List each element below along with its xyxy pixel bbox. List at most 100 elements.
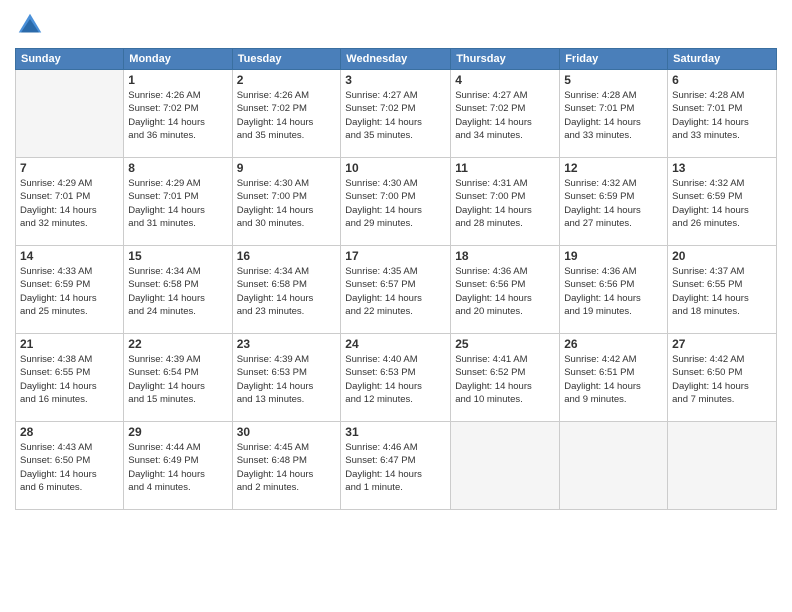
calendar-table: SundayMondayTuesdayWednesdayThursdayFrid… (15, 48, 777, 510)
calendar-cell: 1 Sunrise: 4:26 AM Sunset: 7:02 PM Daylig… (124, 70, 232, 158)
calendar-cell: 11 Sunrise: 4:31 AM Sunset: 7:00 PM Dayli… (451, 158, 560, 246)
day-number: 2 (237, 73, 337, 87)
day-number: 27 (672, 337, 772, 351)
calendar-week-row: 7 Sunrise: 4:29 AM Sunset: 7:01 PM Daylig… (16, 158, 777, 246)
day-info: Sunrise: 4:32 AM Sunset: 6:59 PM Dayligh… (564, 177, 663, 230)
day-info: Sunrise: 4:36 AM Sunset: 6:56 PM Dayligh… (455, 265, 555, 318)
calendar-cell: 9 Sunrise: 4:30 AM Sunset: 7:00 PM Daylig… (232, 158, 341, 246)
calendar-cell: 7 Sunrise: 4:29 AM Sunset: 7:01 PM Daylig… (16, 158, 124, 246)
day-number: 18 (455, 249, 555, 263)
day-number: 3 (345, 73, 446, 87)
day-info: Sunrise: 4:31 AM Sunset: 7:00 PM Dayligh… (455, 177, 555, 230)
calendar-cell: 29 Sunrise: 4:44 AM Sunset: 6:49 PM Dayli… (124, 422, 232, 510)
calendar-cell (668, 422, 777, 510)
day-number: 15 (128, 249, 227, 263)
day-number: 1 (128, 73, 227, 87)
calendar-cell: 10 Sunrise: 4:30 AM Sunset: 7:00 PM Dayli… (341, 158, 451, 246)
day-info: Sunrise: 4:36 AM Sunset: 6:56 PM Dayligh… (564, 265, 663, 318)
day-number: 21 (20, 337, 119, 351)
day-info: Sunrise: 4:42 AM Sunset: 6:51 PM Dayligh… (564, 353, 663, 406)
day-info: Sunrise: 4:46 AM Sunset: 6:47 PM Dayligh… (345, 441, 446, 494)
day-number: 4 (455, 73, 555, 87)
day-info: Sunrise: 4:30 AM Sunset: 7:00 PM Dayligh… (237, 177, 337, 230)
page-container: SundayMondayTuesdayWednesdayThursdayFrid… (0, 0, 792, 612)
calendar-cell: 23 Sunrise: 4:39 AM Sunset: 6:53 PM Dayli… (232, 334, 341, 422)
calendar-cell: 31Sunrise: 4:46 AM Sunset: 6:47 PM Dayli… (341, 422, 451, 510)
logo (15, 10, 47, 40)
day-info: Sunrise: 4:30 AM Sunset: 7:00 PM Dayligh… (345, 177, 446, 230)
weekday-header: Sunday (16, 49, 124, 70)
day-info: Sunrise: 4:32 AM Sunset: 6:59 PM Dayligh… (672, 177, 772, 230)
calendar-cell: 18 Sunrise: 4:36 AM Sunset: 6:56 PM Dayli… (451, 246, 560, 334)
day-number: 20 (672, 249, 772, 263)
weekday-header: Friday (560, 49, 668, 70)
calendar-cell: 19 Sunrise: 4:36 AM Sunset: 6:56 PM Dayli… (560, 246, 668, 334)
day-number: 23 (237, 337, 337, 351)
day-info: Sunrise: 4:29 AM Sunset: 7:01 PM Dayligh… (128, 177, 227, 230)
calendar-cell: 22Sunrise: 4:39 AM Sunset: 6:54 PM Dayli… (124, 334, 232, 422)
day-number: 7 (20, 161, 119, 175)
day-info: Sunrise: 4:28 AM Sunset: 7:01 PM Dayligh… (564, 89, 663, 142)
calendar-cell: 4 Sunrise: 4:27 AM Sunset: 7:02 PM Daylig… (451, 70, 560, 158)
day-info: Sunrise: 4:27 AM Sunset: 7:02 PM Dayligh… (455, 89, 555, 142)
calendar-cell (451, 422, 560, 510)
day-info: Sunrise: 4:26 AM Sunset: 7:02 PM Dayligh… (128, 89, 227, 142)
day-info: Sunrise: 4:28 AM Sunset: 7:01 PM Dayligh… (672, 89, 772, 142)
calendar-cell: 30Sunrise: 4:45 AM Sunset: 6:48 PM Dayli… (232, 422, 341, 510)
day-info: Sunrise: 4:39 AM Sunset: 6:54 PM Dayligh… (128, 353, 227, 406)
calendar-cell: 25 Sunrise: 4:41 AM Sunset: 6:52 PM Dayli… (451, 334, 560, 422)
day-number: 11 (455, 161, 555, 175)
day-number: 10 (345, 161, 446, 175)
day-info: Sunrise: 4:43 AM Sunset: 6:50 PM Dayligh… (20, 441, 119, 494)
day-info: Sunrise: 4:33 AM Sunset: 6:59 PM Dayligh… (20, 265, 119, 318)
header (15, 10, 777, 40)
calendar-week-row: 14 Sunrise: 4:33 AM Sunset: 6:59 PM Dayli… (16, 246, 777, 334)
day-number: 28 (20, 425, 119, 439)
day-info: Sunrise: 4:34 AM Sunset: 6:58 PM Dayligh… (128, 265, 227, 318)
day-info: Sunrise: 4:34 AM Sunset: 6:58 PM Dayligh… (237, 265, 337, 318)
day-number: 26 (564, 337, 663, 351)
calendar-cell: 26 Sunrise: 4:42 AM Sunset: 6:51 PM Dayli… (560, 334, 668, 422)
day-info: Sunrise: 4:38 AM Sunset: 6:55 PM Dayligh… (20, 353, 119, 406)
day-number: 30 (237, 425, 337, 439)
day-number: 25 (455, 337, 555, 351)
calendar-week-row: 1 Sunrise: 4:26 AM Sunset: 7:02 PM Daylig… (16, 70, 777, 158)
day-number: 16 (237, 249, 337, 263)
day-info: Sunrise: 4:41 AM Sunset: 6:52 PM Dayligh… (455, 353, 555, 406)
calendar-cell: 20Sunrise: 4:37 AM Sunset: 6:55 PM Dayli… (668, 246, 777, 334)
day-number: 14 (20, 249, 119, 263)
day-info: Sunrise: 4:39 AM Sunset: 6:53 PM Dayligh… (237, 353, 337, 406)
calendar-cell: 6 Sunrise: 4:28 AM Sunset: 7:01 PM Daylig… (668, 70, 777, 158)
day-number: 12 (564, 161, 663, 175)
day-number: 13 (672, 161, 772, 175)
day-number: 5 (564, 73, 663, 87)
day-number: 24 (345, 337, 446, 351)
calendar-cell: 8 Sunrise: 4:29 AM Sunset: 7:01 PM Daylig… (124, 158, 232, 246)
weekday-header: Tuesday (232, 49, 341, 70)
day-number: 19 (564, 249, 663, 263)
weekday-header: Wednesday (341, 49, 451, 70)
calendar-cell: 2 Sunrise: 4:26 AM Sunset: 7:02 PM Daylig… (232, 70, 341, 158)
day-info: Sunrise: 4:26 AM Sunset: 7:02 PM Dayligh… (237, 89, 337, 142)
weekday-header: Saturday (668, 49, 777, 70)
calendar-cell: 14 Sunrise: 4:33 AM Sunset: 6:59 PM Dayli… (16, 246, 124, 334)
calendar-cell: 27 Sunrise: 4:42 AM Sunset: 6:50 PM Dayli… (668, 334, 777, 422)
calendar-cell: 5 Sunrise: 4:28 AM Sunset: 7:01 PM Daylig… (560, 70, 668, 158)
day-info: Sunrise: 4:40 AM Sunset: 6:53 PM Dayligh… (345, 353, 446, 406)
day-number: 8 (128, 161, 227, 175)
day-number: 29 (128, 425, 227, 439)
day-info: Sunrise: 4:35 AM Sunset: 6:57 PM Dayligh… (345, 265, 446, 318)
calendar-cell: 28 Sunrise: 4:43 AM Sunset: 6:50 PM Dayli… (16, 422, 124, 510)
day-info: Sunrise: 4:27 AM Sunset: 7:02 PM Dayligh… (345, 89, 446, 142)
weekday-header: Monday (124, 49, 232, 70)
calendar-cell: 12 Sunrise: 4:32 AM Sunset: 6:59 PM Dayli… (560, 158, 668, 246)
calendar-cell: 17Sunrise: 4:35 AM Sunset: 6:57 PM Dayli… (341, 246, 451, 334)
day-info: Sunrise: 4:44 AM Sunset: 6:49 PM Dayligh… (128, 441, 227, 494)
day-info: Sunrise: 4:42 AM Sunset: 6:50 PM Dayligh… (672, 353, 772, 406)
weekday-header-row: SundayMondayTuesdayWednesdayThursdayFrid… (16, 49, 777, 70)
day-number: 9 (237, 161, 337, 175)
day-number: 6 (672, 73, 772, 87)
day-info: Sunrise: 4:29 AM Sunset: 7:01 PM Dayligh… (20, 177, 119, 230)
calendar-cell: 13 Sunrise: 4:32 AM Sunset: 6:59 PM Dayli… (668, 158, 777, 246)
calendar-cell (16, 70, 124, 158)
